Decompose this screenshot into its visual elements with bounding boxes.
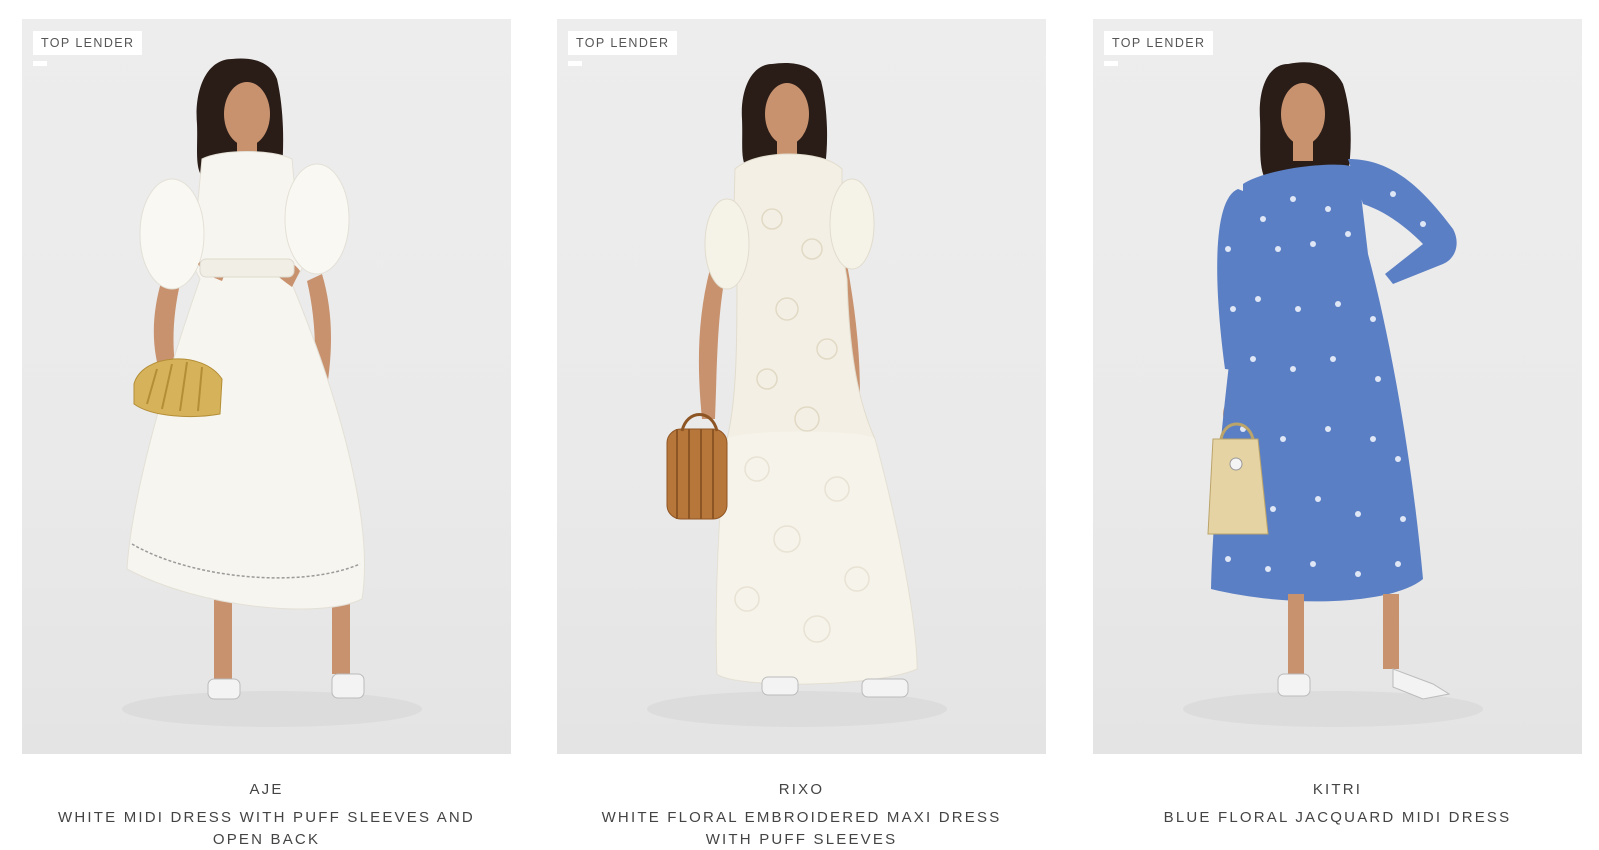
badge-indicator — [33, 61, 47, 66]
top-lender-badge: TOP LENDER — [33, 31, 143, 55]
product-image[interactable]: TOP LENDER — [22, 19, 511, 754]
badge-indicator — [1104, 61, 1118, 66]
product-card[interactable]: TOP LENDER KITRI BLUE FLORAL JACQUARD MI… — [1093, 19, 1582, 829]
product-title[interactable]: BLUE FLORAL JACQUARD MIDI DRESS — [1093, 807, 1582, 829]
top-lender-badge: TOP LENDER — [1104, 31, 1214, 55]
model-photo — [122, 58, 422, 727]
product-title[interactable]: WHITE FLORAL EMBROIDERED MAXI DRESS WITH… — [557, 807, 1046, 850]
product-card[interactable]: TOP LENDER AJE WHITE MIDI DRESS WITH PUF… — [22, 19, 511, 850]
model-photo — [1183, 62, 1483, 727]
product-grid: TOP LENDER AJE WHITE MIDI DRESS WITH PUF… — [0, 0, 1599, 850]
product-title[interactable]: WHITE MIDI DRESS WITH PUFF SLEEVES AND O… — [22, 807, 511, 850]
product-brand[interactable]: AJE — [22, 781, 511, 798]
badge-indicator — [568, 61, 582, 66]
product-image[interactable]: TOP LENDER — [1093, 19, 1582, 754]
product-image[interactable]: TOP LENDER — [557, 19, 1046, 754]
product-brand[interactable]: KITRI — [1093, 781, 1582, 798]
product-brand[interactable]: RIXO — [557, 781, 1046, 798]
model-photo — [647, 62, 947, 727]
top-lender-badge: TOP LENDER — [568, 31, 678, 55]
product-card[interactable]: TOP LENDER RIXO WHITE FLORAL EMBROIDERED… — [557, 19, 1046, 850]
